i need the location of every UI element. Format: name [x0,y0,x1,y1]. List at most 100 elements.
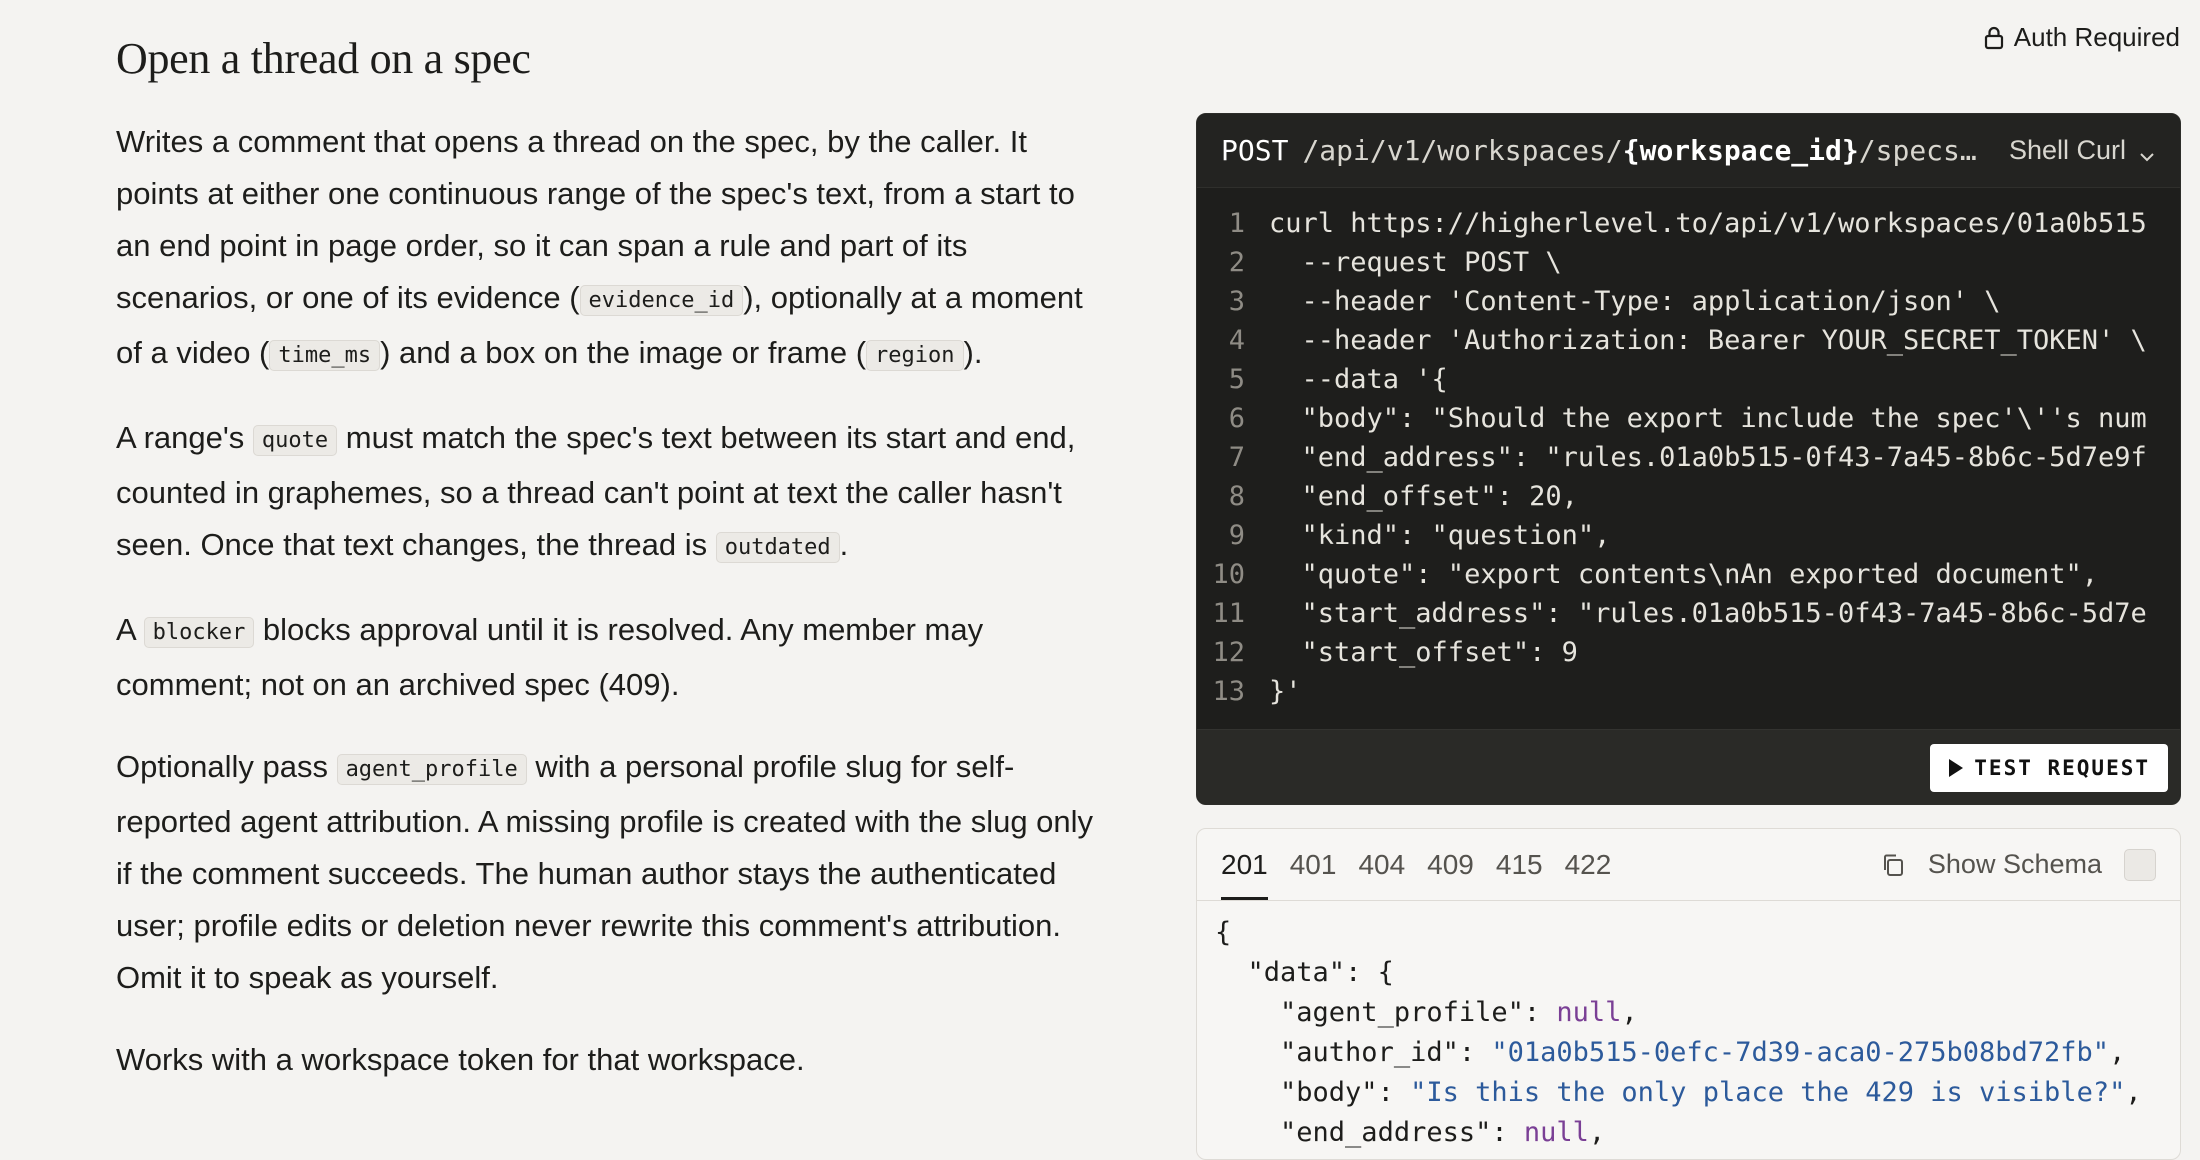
json-key: "body" [1280,1077,1378,1108]
status-tab-201[interactable]: 201 [1221,829,1268,900]
json-key: "agent_profile" [1280,997,1524,1028]
json-punctuation: , [1588,1117,1606,1148]
line-number: 1 [1228,208,1245,239]
line-number: 4 [1228,325,1245,356]
paragraph-text: A [116,612,144,647]
json-line: { [1215,913,2142,953]
line-number: 3 [1228,286,1245,317]
json-punctuation: : [1491,1117,1524,1148]
line-number: 7 [1228,442,1245,473]
json-punctuation [1215,1037,1280,1068]
description-body: Writes a comment that opens a thread on … [116,116,1106,1086]
paragraph-text: A range's [116,420,253,455]
json-null: null [1556,997,1622,1028]
line-number: 10 [1212,559,1245,590]
status-tab-401[interactable]: 401 [1290,829,1337,900]
json-line: "author_id": "01a0b515-0efc-7d39-aca0-27… [1215,1033,2142,1073]
auth-required-label: Auth Required [2013,22,2180,52]
response-tools: Show Schema [1880,848,2156,881]
play-icon [1948,758,1964,778]
description-paragraph: Works with a workspace token for that wo… [116,1034,1106,1086]
chevron-down-icon [2138,142,2156,161]
status-tab-415[interactable]: 415 [1496,829,1543,900]
test-request-button[interactable]: TEST REQUEST [1930,744,2168,792]
code-line: 7 "end_address": "rules.01a0b515-0f43-7a… [1197,438,2180,477]
paragraph-text: Optionally pass [116,749,337,784]
code-line: 4 --header 'Authorization: Bearer YOUR_S… [1197,321,2180,360]
inline-code: blocker [143,617,255,648]
description-paragraph: Writes a comment that opens a thread on … [116,116,1106,382]
code-line: 2 --request POST \ [1197,243,2180,282]
code-text: curl https://higherlevel.to/api/v1/works… [1269,208,2147,239]
response-json: { "data": { "agent_profile": null, "auth… [1215,913,2142,1153]
code-line: 10 "quote": "export contents\nAn exporte… [1197,555,2180,594]
code-line: 5 --data '{ [1197,360,2180,399]
json-punctuation [1215,957,1248,988]
code-text: "end_offset": 20, [1269,481,1578,512]
code-line: 1 curl https://higherlevel.to/api/v1/work… [1197,204,2180,243]
language-select-label: Shell Curl [2008,135,2126,165]
line-number: 12 [1212,637,1245,668]
line-number: 9 [1228,520,1245,551]
code-line: 6 "body": "Should the export include the… [1197,399,2180,438]
json-line: "agent_profile": null, [1215,993,2142,1033]
json-punctuation: : { [1345,957,1394,988]
endpoint-path: /api/v1/workspaces/{workspace_id}/specs.… [1302,134,1991,167]
code-text: "quote": "export contents\nAn exported d… [1269,559,2099,590]
language-select[interactable]: Shell Curl [2009,135,2156,166]
line-number: 8 [1228,481,1245,512]
path-param: {workspace_id} [1622,134,1859,167]
line-number: 5 [1228,364,1245,395]
path-suffix: /specs... [1858,134,1991,167]
json-null: null [1523,1117,1589,1148]
json-punctuation [1215,1077,1280,1108]
json-punctuation: , [2125,1077,2142,1108]
lock-icon [1984,26,2004,50]
code-line: 11 "start_address": "rules.01a0b515-0f43… [1197,594,2180,633]
code-text: "end_address": "rules.01a0b515-0f43-7a45… [1269,442,2147,473]
code-text: "start_offset": 9 [1269,637,1578,668]
code-text: "start_address": "rules.01a0b515-0f43-7a… [1269,598,2147,629]
description-paragraph: A range's quote must match the spec's te… [116,412,1106,574]
json-string: "Is this the only place the 429 is visib… [1410,1077,2126,1108]
paragraph-text: ) and a box on the image or frame ( [380,335,867,370]
code-text: --data '{ [1269,364,1448,395]
code-line: 13 }' [1197,672,2180,711]
inline-code: agent_profile [336,754,527,785]
code-text: --request POST \ [1269,247,1562,278]
line-number: 13 [1212,676,1245,707]
request-footer: TEST REQUEST [1197,729,2180,804]
page-title: Open a thread on a spec [116,34,531,83]
show-schema-label: Show Schema [1927,849,2102,879]
json-key: "end_address" [1280,1117,1492,1148]
json-punctuation: { [1215,917,1232,948]
code-text: --header 'Authorization: Bearer YOUR_SEC… [1269,325,2147,356]
response-header: 201 401 404 409 415 422 Show Schema [1197,829,2180,901]
line-number: 2 [1228,247,1245,278]
paragraph-text: Works with a workspace token for that wo… [116,1042,805,1077]
auth-required-badge: Auth Required [1984,22,2180,53]
request-code-block[interactable]: 1 curl https://higherlevel.to/api/v1/work… [1197,204,2180,734]
json-line: "end_address": null, [1215,1113,2142,1153]
code-text: }' [1269,676,1302,707]
line-number: 6 [1228,403,1245,434]
json-punctuation: : [1377,1077,1411,1108]
status-tab-422[interactable]: 422 [1565,829,1612,900]
json-key: "author_id" [1280,1037,1459,1068]
code-line: 9 "kind": "question", [1197,516,2180,555]
inline-code: region [866,340,964,371]
status-tab-404[interactable]: 404 [1358,829,1405,900]
json-line: "body": "Is this the only place the 429 … [1215,1073,2142,1113]
response-panel: 201 401 404 409 415 422 Show Schema { "data":… [1196,828,2181,1160]
description-paragraph: Optionally pass agent_profile with a per… [116,741,1106,1004]
json-line: "data": { [1215,953,2142,993]
code-line: 3 --header 'Content-Type: application/js… [1197,282,2180,321]
show-schema-toggle[interactable] [2124,848,2156,881]
copy-icon[interactable] [1880,852,1906,878]
code-line: 8 "end_offset": 20, [1197,477,2180,516]
status-tab-409[interactable]: 409 [1427,829,1474,900]
json-punctuation: , [2109,1037,2126,1068]
json-key: "data" [1247,957,1346,988]
code-text: --header 'Content-Type: application/json… [1269,286,2001,317]
http-method: POST [1221,134,1289,167]
